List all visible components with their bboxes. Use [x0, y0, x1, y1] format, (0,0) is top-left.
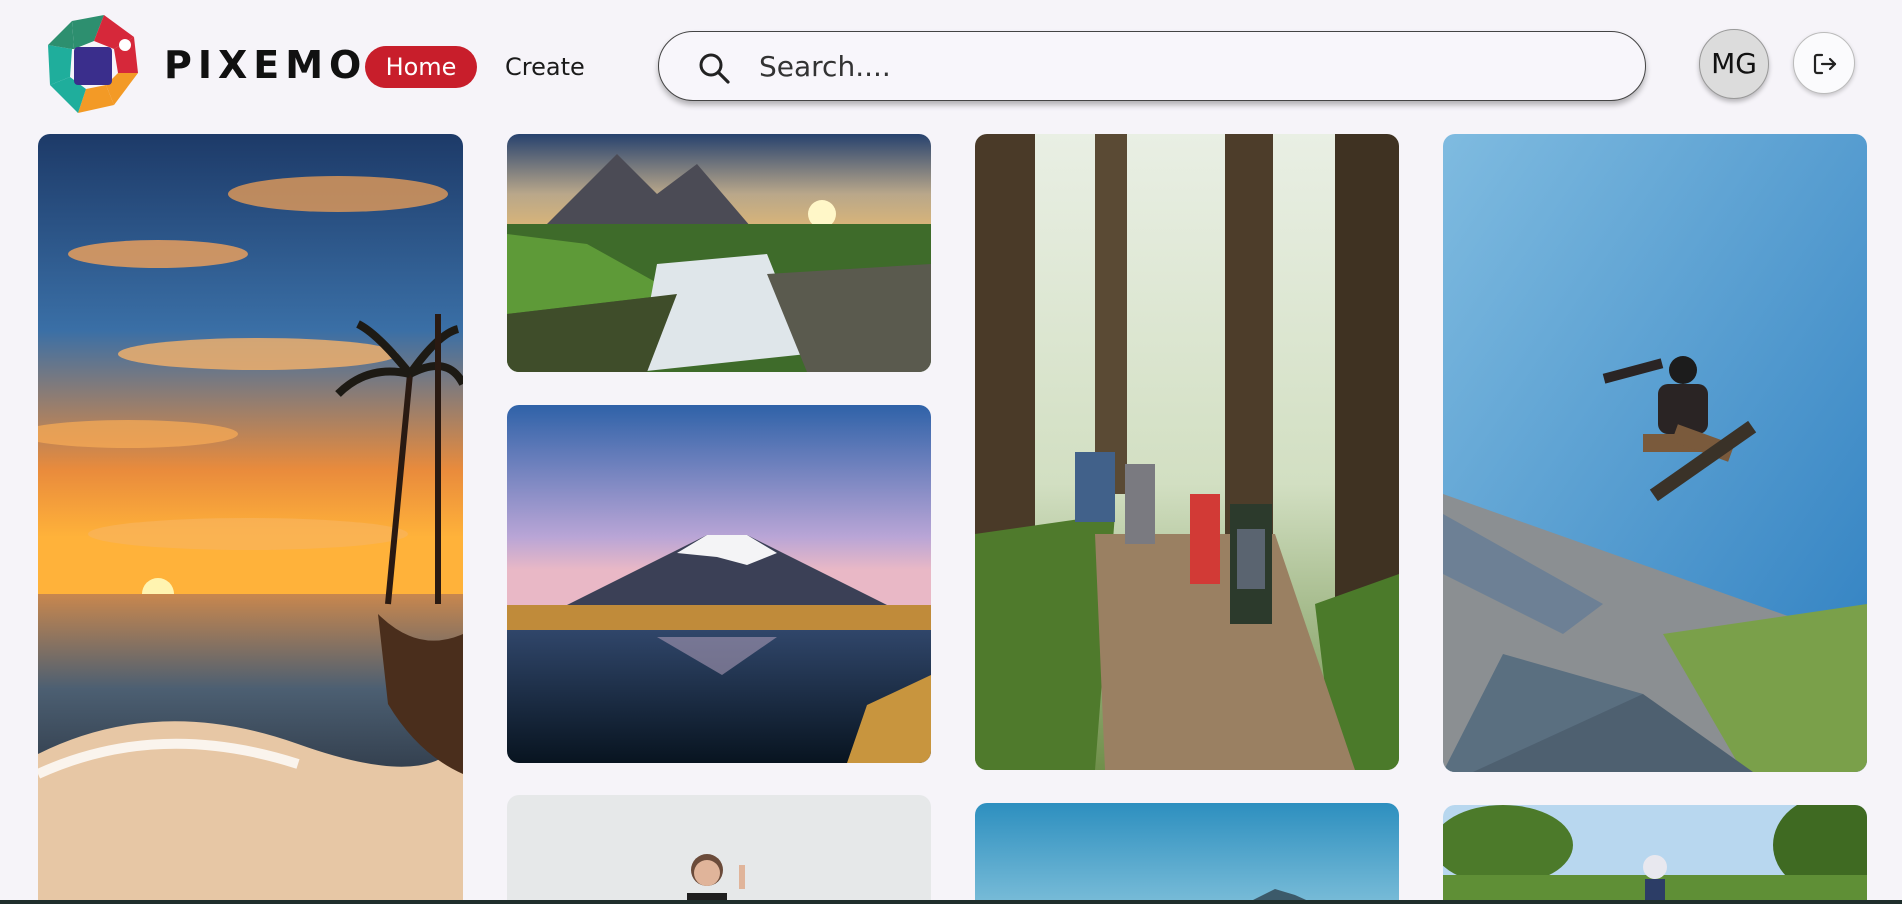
logout-button[interactable] [1793, 32, 1855, 94]
feed-image-cyclist-park[interactable] [1443, 805, 1867, 904]
nav-home-button[interactable]: Home [365, 46, 477, 88]
pixemo-logo-icon[interactable] [48, 15, 140, 115]
feed-image-person-pointing[interactable] [507, 795, 931, 904]
window-bottom-edge [0, 900, 1902, 904]
app-root: PIXEMO Home Create MG [0, 0, 1902, 904]
search-icon[interactable] [697, 51, 731, 85]
feed-image-forest-hikers[interactable] [975, 134, 1399, 770]
feed-image-mountain-waterfall[interactable] [507, 134, 931, 372]
feed-image-beach-sunset[interactable] [38, 134, 463, 904]
feed-image-skateboarder[interactable] [1443, 134, 1867, 772]
brand-name: PIXEMO [164, 43, 368, 87]
search-input[interactable] [759, 44, 1599, 88]
logout-icon [1813, 53, 1837, 75]
feed-image-lake-sky[interactable] [975, 803, 1399, 904]
nav-create-link[interactable]: Create [505, 46, 585, 88]
user-avatar[interactable]: MG [1699, 29, 1769, 99]
feed-image-volcano-lake[interactable] [507, 405, 931, 763]
search-bar[interactable] [658, 31, 1646, 101]
